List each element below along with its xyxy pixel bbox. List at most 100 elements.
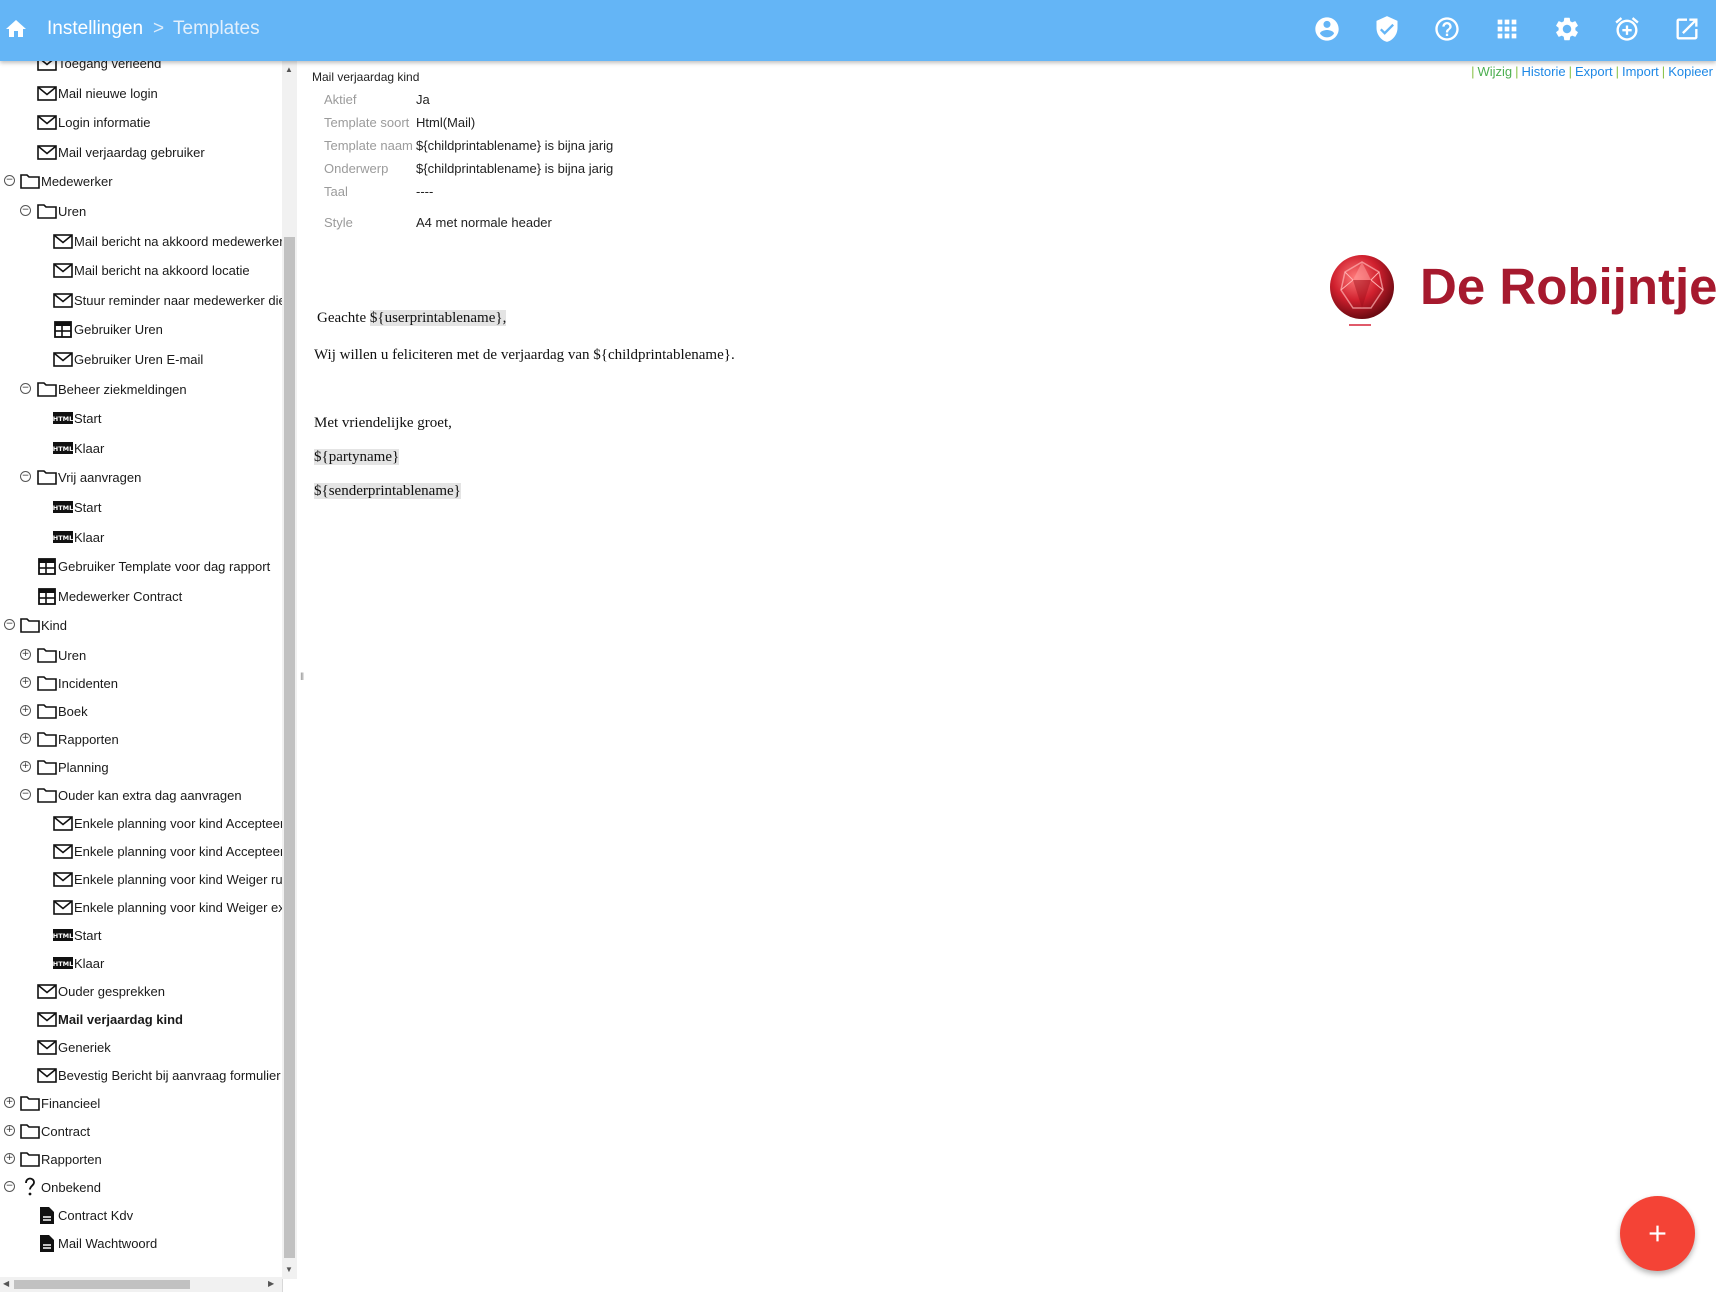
breadcrumb-instellingen[interactable]: Instellingen [47, 18, 143, 40]
tree-item-label: Uren [58, 647, 87, 663]
tree-item[interactable]: Bevestig Bericht bij aanvraag formulier [37, 1064, 281, 1086]
alarm-add-icon[interactable] [1613, 15, 1641, 43]
document-icon [37, 1206, 57, 1224]
tree-item-label: Contract Kdv [58, 1207, 134, 1223]
tree-item[interactable]: HTML Start [53, 496, 101, 518]
collapse-toggle-icon[interactable]: − [4, 1181, 15, 1192]
panel-splitter-handle[interactable]: ‖ [300, 672, 304, 683]
tree-item-label: Medewerker Contract [58, 588, 183, 604]
property-row: Template soort Html(Mail) [324, 112, 616, 135]
expand-toggle-icon[interactable]: + [4, 1125, 15, 1136]
tree-item[interactable]: Gebruiker Uren [53, 318, 163, 340]
tree-item[interactable]: Stuur reminder naar medewerker die [53, 289, 282, 311]
property-row: Taal ---- [324, 181, 616, 204]
svg-text:HTML: HTML [53, 960, 73, 968]
folder-icon [37, 380, 57, 398]
edit-link[interactable]: Wijzig [1477, 64, 1512, 79]
collapse-toggle-icon[interactable]: − [4, 175, 15, 186]
tree-item[interactable]: Vrij aanvragen [37, 466, 141, 488]
tree-item[interactable]: Uren [37, 200, 86, 222]
tree-item[interactable]: HTML Klaar [53, 526, 104, 548]
expand-toggle-icon[interactable]: + [4, 1153, 15, 1164]
tree-item[interactable]: HTML Start [53, 924, 101, 946]
property-row: Style A4 met normale header [324, 204, 616, 235]
tree-item[interactable]: Mail bericht na akkoord locatie [53, 259, 250, 281]
expand-toggle-icon[interactable]: + [20, 733, 31, 744]
apps-grid-icon[interactable] [1493, 15, 1521, 43]
tree-item[interactable]: Rapporten [20, 1148, 102, 1170]
copy-link[interactable]: Kopieer [1668, 64, 1713, 79]
expand-toggle-icon[interactable]: + [4, 1097, 15, 1108]
tree-item[interactable]: Uren [37, 644, 86, 666]
settings-icon[interactable] [1553, 15, 1581, 43]
tree-item[interactable]: Onbekend [20, 1176, 101, 1198]
expand-toggle-icon[interactable]: + [20, 677, 31, 688]
tree-vertical-scrollbar[interactable]: ▲ ▼ [282, 61, 297, 1279]
add-template-button[interactable] [1620, 1196, 1695, 1271]
account-icon[interactable] [1313, 15, 1341, 43]
export-link[interactable]: Export [1575, 64, 1613, 79]
open-external-icon[interactable] [1673, 15, 1701, 43]
collapse-toggle-icon[interactable]: − [4, 619, 15, 630]
tree-item[interactable]: Ouder gesprekken [37, 980, 165, 1002]
expand-toggle-icon[interactable]: + [20, 761, 31, 772]
tree-item[interactable]: Medewerker Contract [37, 585, 182, 607]
shield-check-icon[interactable] [1373, 15, 1401, 43]
tree-item[interactable]: Enkele planning voor kind Weiger ru [53, 868, 282, 890]
scroll-right-arrow-icon[interactable]: ▶ [268, 1279, 274, 1288]
tree-item[interactable]: Enkele planning voor kind Accepteer [53, 812, 282, 834]
collapse-toggle-icon[interactable]: − [20, 205, 31, 216]
collapse-toggle-icon[interactable]: − [20, 383, 31, 394]
tree-item[interactable]: HTML Klaar [53, 952, 104, 974]
vertical-scroll-thumb[interactable] [284, 237, 295, 1258]
scroll-down-arrow-icon[interactable]: ▼ [285, 1265, 293, 1274]
tree-item[interactable]: HTML Klaar [53, 437, 104, 459]
tree-item[interactable]: Mail bericht na akkoord medewerker [53, 230, 282, 252]
tree-item[interactable]: Enkele planning voor kind Accepteer [53, 840, 282, 862]
tree-item[interactable]: Mail verjaardag gebruiker [37, 141, 205, 163]
tree-item[interactable]: Mail nieuwe login [37, 82, 158, 104]
tree-item[interactable]: Gebruiker Uren E-mail [53, 348, 203, 370]
help-icon[interactable] [1433, 15, 1461, 43]
tree-item[interactable]: Incidenten [37, 672, 118, 694]
tree-item[interactable]: Contract Kdv [37, 1204, 133, 1226]
scroll-up-arrow-icon[interactable]: ▲ [285, 65, 293, 74]
mail-icon [53, 350, 73, 368]
mail-icon [53, 898, 73, 916]
history-link[interactable]: Historie [1522, 64, 1566, 79]
tree-item[interactable]: Ouder kan extra dag aanvragen [37, 784, 242, 806]
folder-icon [37, 730, 57, 748]
tree-item[interactable]: Beheer ziekmeldingen [37, 378, 187, 400]
tree-item[interactable]: Toegang verleend [37, 61, 161, 74]
tree-item[interactable]: Generiek [37, 1036, 111, 1058]
tree-item[interactable]: HTML Start [53, 407, 101, 429]
tree-item[interactable]: Kind [20, 614, 67, 636]
tree-item[interactable]: Medewerker [20, 170, 113, 192]
html-icon: HTML [53, 439, 73, 457]
collapse-toggle-icon[interactable]: − [20, 789, 31, 800]
tree-item[interactable]: Contract [20, 1120, 90, 1142]
scroll-left-arrow-icon[interactable]: ◀ [3, 1279, 9, 1288]
tree-item[interactable]: Mail verjaardag kind [37, 1008, 183, 1030]
folder-icon [20, 172, 40, 190]
tree-item[interactable]: Planning [37, 756, 109, 778]
expand-toggle-icon[interactable]: + [20, 705, 31, 716]
home-icon[interactable] [4, 17, 28, 41]
horizontal-scroll-thumb[interactable] [14, 1280, 190, 1289]
tree-item[interactable]: Mail Wachtwoord [37, 1232, 157, 1254]
collapse-toggle-icon[interactable]: − [20, 471, 31, 482]
tree-item[interactable]: Gebruiker Template voor dag rapport [37, 555, 270, 577]
tree-horizontal-scrollbar[interactable]: ◀ ▶ [0, 1277, 282, 1292]
tree-item[interactable]: Rapporten [37, 728, 119, 750]
table-icon [53, 320, 73, 338]
expand-toggle-icon[interactable]: + [20, 649, 31, 660]
import-link[interactable]: Import [1622, 64, 1659, 79]
tree-item[interactable]: Enkele planning voor kind Weiger ex [53, 896, 282, 918]
mail-icon [37, 1066, 57, 1084]
html-icon: HTML [53, 498, 73, 516]
tree-item[interactable]: Boek [37, 700, 88, 722]
tree-item-label: Onbekend [41, 1179, 101, 1195]
tree-item[interactable]: Financieel [20, 1092, 100, 1114]
tree-item-label: Beheer ziekmeldingen [58, 381, 187, 397]
tree-item[interactable]: Login informatie [37, 111, 151, 133]
